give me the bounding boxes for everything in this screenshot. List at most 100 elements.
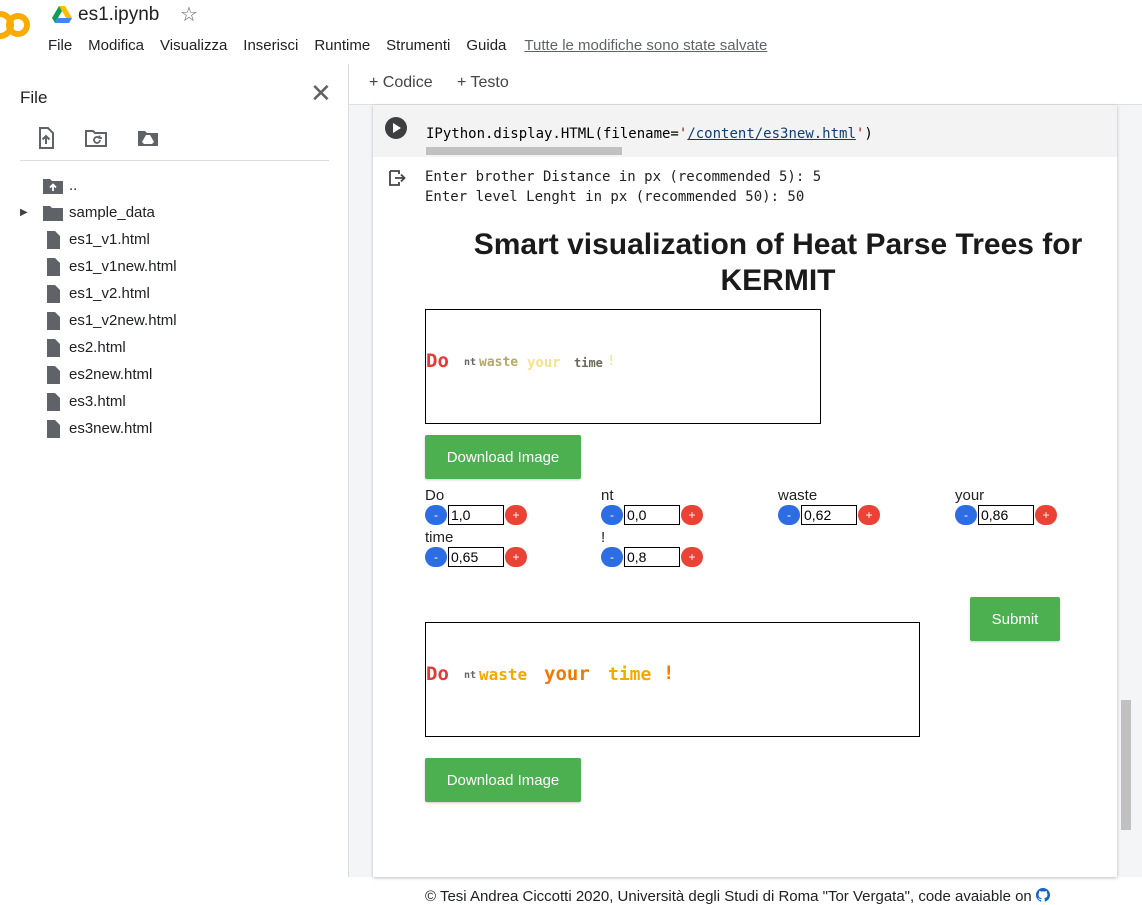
increment-button[interactable]: + [681, 505, 703, 525]
file-icon [47, 365, 60, 384]
viz-word: nt [464, 357, 477, 368]
tree-item-label: es3.html [69, 393, 126, 410]
file-tree: .. ▶ sample_data es1_v1.html es1_v1new.h… [18, 172, 338, 442]
notebook-title[interactable]: es1.ipynb [78, 4, 159, 26]
tree-item-file[interactable]: es1_v2new.html [18, 307, 338, 334]
file-icon [47, 230, 60, 249]
code-suffix: ) [864, 126, 873, 142]
control-label: nt [601, 487, 614, 504]
tree-item-label: es1_v2.html [69, 285, 150, 302]
increment-button[interactable]: + [505, 505, 527, 525]
decrement-button[interactable]: - [425, 505, 447, 525]
weight-input[interactable] [624, 505, 680, 525]
tree-item-file[interactable]: es2.html [18, 334, 338, 361]
menu-modifica[interactable]: Modifica [88, 37, 144, 54]
console-line: Enter brother Distance in px (recommende… [425, 169, 822, 185]
tree-item-file[interactable]: es3.html [18, 388, 338, 415]
decrement-button[interactable]: - [601, 505, 623, 525]
code-cell[interactable]: IPython.display.HTML(filename='/content/… [373, 105, 1117, 905]
weight-control-your: your - + [955, 487, 1095, 525]
submit-button[interactable]: Submit [970, 597, 1060, 641]
download-image-button[interactable]: Download Image [425, 435, 581, 479]
viz-word: your [544, 663, 590, 685]
output-icon[interactable] [388, 169, 406, 187]
file-icon [47, 257, 60, 276]
tree-item-file[interactable]: es1_v1new.html [18, 253, 338, 280]
tree-item-parent[interactable]: .. [18, 172, 338, 199]
code-text[interactable]: IPython.display.HTML(filename='/content/… [426, 126, 873, 142]
tree-item-label: sample_data [69, 204, 155, 221]
file-sidebar: File ✕ .. ▶ sample_data es1_v1.html es1_… [0, 64, 349, 877]
upload-icon[interactable] [34, 126, 58, 150]
colab-logo[interactable] [0, 8, 30, 42]
menu-guida[interactable]: Guida [466, 37, 506, 54]
weight-input[interactable] [448, 547, 504, 567]
viz-word: ! [607, 353, 616, 369]
viz-word: waste [479, 355, 519, 370]
sidebar-divider [20, 160, 329, 161]
github-icon[interactable] [1035, 888, 1050, 902]
close-icon[interactable]: ✕ [310, 80, 332, 106]
decrement-button[interactable]: - [955, 505, 977, 525]
viz-word: Do [426, 350, 449, 372]
drive-icon [52, 6, 72, 23]
folder-up-icon [43, 178, 63, 194]
increment-button[interactable]: + [505, 547, 527, 567]
star-icon[interactable]: ☆ [180, 2, 198, 27]
notebook-main: + Codice + Testo IPython.display.HTML(fi… [349, 64, 1142, 905]
weight-control-exclamation: ! - + [601, 529, 741, 567]
increment-button[interactable]: + [858, 505, 880, 525]
viz-word: time [608, 664, 652, 685]
weight-input[interactable] [448, 505, 504, 525]
tree-item-label: es2.html [69, 339, 126, 356]
download-image-button[interactable]: Download Image [425, 758, 581, 802]
menu-bar: File Modifica Visualizza Inserisci Runti… [48, 37, 767, 54]
viz-word: ! [663, 662, 675, 684]
add-text-button[interactable]: + Testo [457, 74, 509, 92]
increment-button[interactable]: + [1035, 505, 1057, 525]
run-cell-button[interactable] [385, 117, 407, 139]
main-scrollbar-thumb[interactable] [1121, 700, 1131, 830]
viz-word: nt [464, 670, 477, 681]
tree-item-label: es1_v2new.html [69, 312, 177, 329]
code-scrollbar[interactable] [426, 147, 622, 155]
heat-tree-canvas: Do nt waste your time ! [425, 309, 821, 424]
menu-visualizza[interactable]: Visualizza [160, 37, 227, 54]
tree-item-file[interactable]: es3new.html [18, 415, 338, 442]
decrement-button[interactable]: - [601, 547, 623, 567]
menu-strumenti[interactable]: Strumenti [386, 37, 450, 54]
tree-item-file[interactable]: es1_v1.html [18, 226, 338, 253]
weight-control-time: time - + [425, 529, 565, 567]
tree-item-label: es3new.html [69, 420, 153, 437]
tree-item-label: es1_v1.html [69, 231, 150, 248]
decrement-button[interactable]: - [778, 505, 800, 525]
mount-drive-icon[interactable] [136, 126, 160, 150]
control-label: waste [778, 487, 818, 504]
increment-button[interactable]: + [681, 547, 703, 567]
refresh-folder-icon[interactable] [84, 126, 108, 150]
weight-input[interactable] [801, 505, 857, 525]
add-code-button[interactable]: + Codice [369, 74, 433, 92]
tree-item-file[interactable]: es2new.html [18, 361, 338, 388]
decrement-button[interactable]: - [425, 547, 447, 567]
chevron-right-icon[interactable]: ▶ [18, 207, 42, 218]
tree-item-file[interactable]: es1_v2.html [18, 280, 338, 307]
code-string: /content/es3new.html [687, 126, 856, 142]
control-label: time [425, 529, 454, 546]
weight-input[interactable] [978, 505, 1034, 525]
cell-toolbar: + Codice + Testo [349, 64, 1142, 105]
tree-item-sample-data[interactable]: ▶ sample_data [18, 199, 338, 226]
save-status-link[interactable]: Tutte le modifiche sono state salvate [524, 37, 767, 54]
console-output: Enter brother Distance in px (recommende… [425, 167, 821, 207]
file-icon [47, 284, 60, 303]
tree-item-label: .. [69, 177, 78, 194]
menu-file[interactable]: File [48, 37, 72, 54]
menu-runtime[interactable]: Runtime [314, 37, 370, 54]
viz-word: time [574, 356, 603, 370]
weight-input[interactable] [624, 547, 680, 567]
heat-tree-canvas-updated: Do nt waste your time ! [425, 622, 920, 737]
file-icon [47, 311, 60, 330]
tree-item-label: es1_v1new.html [69, 258, 177, 275]
code-prefix: IPython.display.HTML(filename= [426, 126, 679, 142]
menu-inserisci[interactable]: Inserisci [243, 37, 298, 54]
